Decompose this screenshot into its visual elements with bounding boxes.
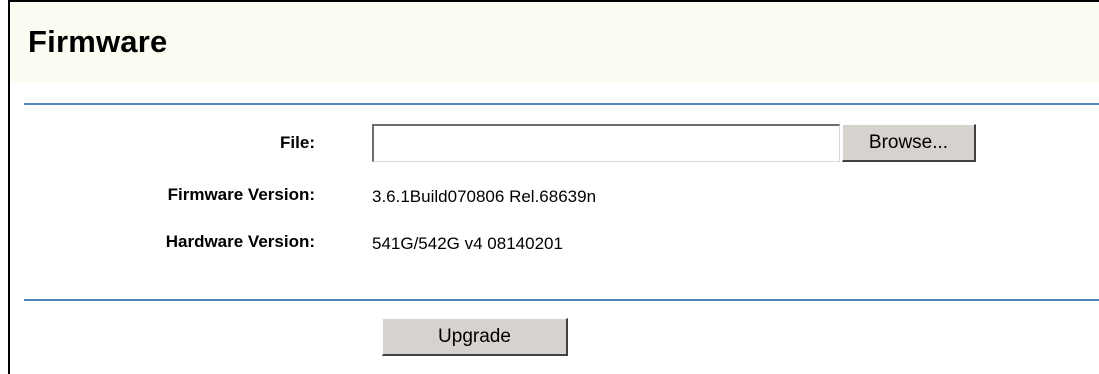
- bottom-divider: [24, 299, 1099, 301]
- upgrade-button[interactable]: Upgrade: [382, 318, 568, 356]
- page-title: Firmware: [28, 24, 168, 59]
- file-path-input[interactable]: [372, 124, 840, 162]
- hardware-version-value: 541G/542G v4 08140201: [372, 234, 563, 253]
- hardware-version-label: Hardware Version:: [165, 232, 315, 251]
- title-bar: Firmware: [10, 2, 1099, 82]
- firmware-panel: Firmware File: Browse... Firmware Versio…: [8, 0, 1099, 374]
- file-label: File:: [280, 133, 315, 152]
- firmware-version-label: Firmware Version:: [167, 185, 315, 204]
- firmware-version-value: 3.6.1Build070806 Rel.68639n: [372, 187, 597, 206]
- top-divider: [24, 103, 1099, 105]
- browse-button[interactable]: Browse...: [842, 124, 976, 162]
